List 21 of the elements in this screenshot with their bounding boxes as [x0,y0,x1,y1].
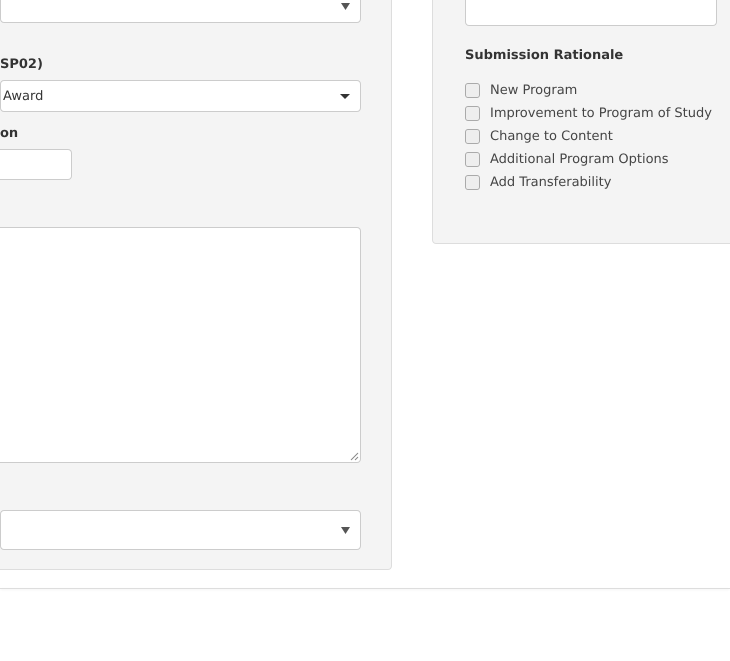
checkbox-label[interactable]: Change to Content [490,129,613,144]
dropdown-arrow-icon [341,526,350,534]
checkbox[interactable] [465,152,480,167]
checkbox-label[interactable]: Additional Program Options [490,152,669,167]
input-field[interactable] [0,149,72,180]
section-heading: Submission Rationale [465,48,624,63]
checkbox-label[interactable]: Improvement to Program of Study [490,106,712,121]
field-label: on [0,126,20,141]
dropdown-arrow-icon [341,2,350,10]
field-label: SP02) [0,57,44,72]
checkbox[interactable] [465,83,480,98]
checkbox-label[interactable]: New Program [490,83,578,98]
select-field[interactable]: Award [0,80,361,112]
text-area[interactable] [465,0,717,26]
checkbox-label[interactable]: Add Transferability [490,175,612,190]
select-field[interactable] [0,510,361,550]
checkbox[interactable] [465,175,480,190]
checkbox[interactable] [465,129,480,144]
checkbox[interactable] [465,106,480,121]
caret-icon [340,94,350,98]
resize-grip-icon [349,451,359,461]
